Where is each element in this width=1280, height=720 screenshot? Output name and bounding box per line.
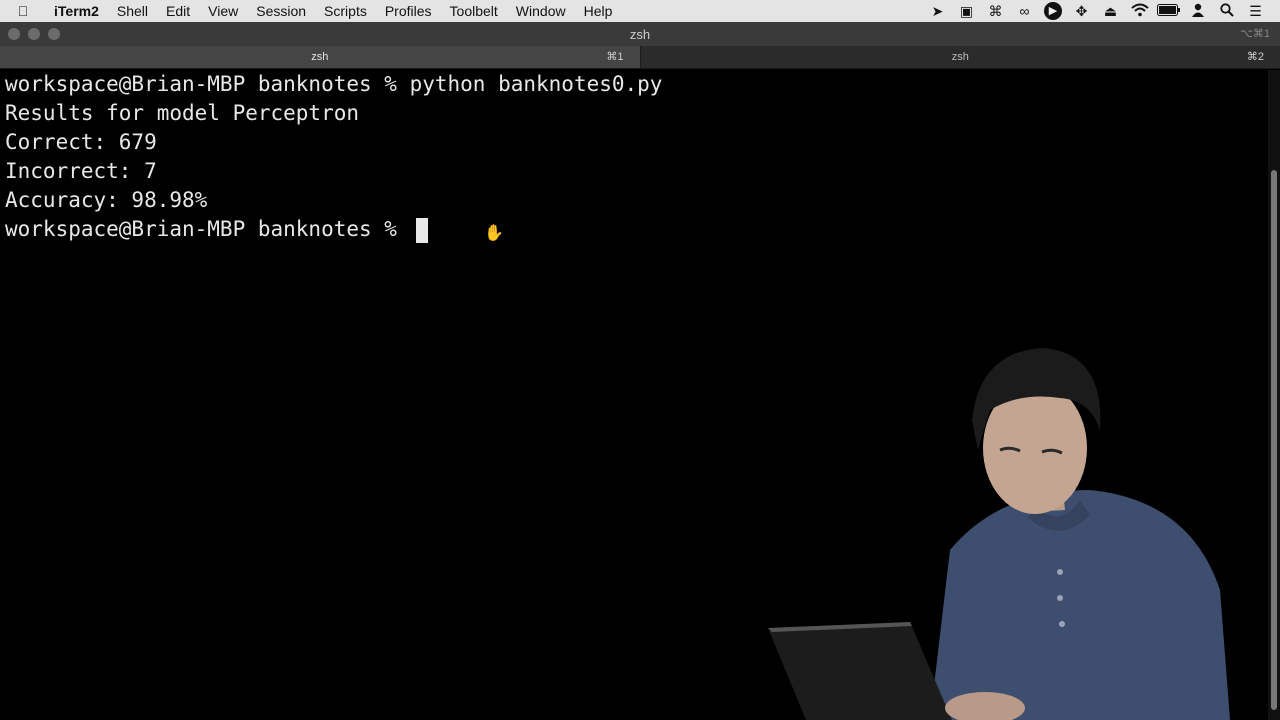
menu-item-scripts[interactable]: Scripts bbox=[315, 3, 376, 19]
tab-zsh-1[interactable]: zsh ⌘1 bbox=[0, 46, 640, 68]
terminal-line: Incorrect: 7 bbox=[5, 159, 157, 183]
status-area: ➤ ▣ ⌘ ∞ ▶ ✥ ⏏ ☰ bbox=[923, 2, 1280, 20]
terminal-line: Accuracy: 98.98% bbox=[5, 188, 208, 212]
glasses-icon[interactable]: ∞ bbox=[1010, 3, 1039, 19]
shirt-button bbox=[1057, 569, 1063, 575]
presenter-video-overlay bbox=[768, 348, 1230, 720]
menu-item-iterm2[interactable]: iTerm2 bbox=[46, 3, 108, 19]
menu-item-shell[interactable]: Shell bbox=[108, 3, 157, 19]
tab-label: zsh bbox=[951, 51, 969, 63]
shirt-button bbox=[1059, 621, 1065, 627]
presenter-torso bbox=[930, 490, 1230, 720]
menu-item-help[interactable]: Help bbox=[575, 3, 622, 19]
menu-item-toolbelt[interactable]: Toolbelt bbox=[441, 3, 507, 19]
menu-bar:  iTerm2 Shell Edit View Session Scripts… bbox=[0, 0, 1280, 22]
wifi-icon[interactable] bbox=[1125, 3, 1154, 20]
window-title-bar: zsh ⌥⌘1 bbox=[0, 22, 1280, 46]
play-icon[interactable]: ▶ bbox=[1044, 2, 1062, 20]
terminal-scrollbar[interactable] bbox=[1268, 70, 1280, 720]
terminal-line: Results for model Perceptron bbox=[5, 101, 360, 125]
tab-shortcut: ⌘1 bbox=[606, 51, 624, 63]
move-icon[interactable]: ✥ bbox=[1067, 3, 1096, 20]
laptop bbox=[768, 622, 952, 720]
terminal-line: workspace@Brian-MBP banknotes % python b… bbox=[5, 72, 663, 96]
hand-pointer-icon: ✋ bbox=[484, 225, 504, 242]
terminal-line: Correct: 679 bbox=[5, 130, 157, 154]
apple-menu-icon[interactable]:  bbox=[0, 3, 46, 19]
user-icon[interactable] bbox=[1183, 3, 1212, 20]
tab-shortcut: ⌘2 bbox=[1246, 51, 1264, 63]
docker-icon[interactable]: ▣ bbox=[952, 3, 981, 20]
list-icon[interactable]: ☰ bbox=[1241, 3, 1270, 20]
location-icon[interactable]: ➤ bbox=[923, 3, 952, 20]
shirt-button bbox=[1057, 595, 1063, 601]
search-icon[interactable] bbox=[1212, 2, 1241, 20]
tab-zsh-2[interactable]: zsh ⌘2 bbox=[639, 46, 1280, 68]
tab-label: zsh bbox=[311, 51, 329, 63]
text-cursor bbox=[415, 217, 428, 243]
menu-item-view[interactable]: View bbox=[199, 3, 247, 19]
window-title: zsh bbox=[629, 27, 651, 42]
battery-icon[interactable] bbox=[1154, 3, 1183, 19]
menu-item-session[interactable]: Session bbox=[247, 3, 315, 19]
tab-bar: zsh ⌘1 zsh ⌘2 bbox=[0, 46, 1280, 69]
prompt-text: workspace@Brian-MBP banknotes % bbox=[5, 217, 410, 241]
command-icon[interactable]: ⌘ bbox=[981, 3, 1010, 20]
prompt-line[interactable]: workspace@Brian-MBP banknotes % bbox=[0, 215, 1268, 244]
scrollbar-thumb[interactable] bbox=[1271, 170, 1277, 710]
menu-item-profiles[interactable]: Profiles bbox=[376, 3, 441, 19]
menu-item-window[interactable]: Window bbox=[507, 3, 575, 19]
eject-icon[interactable]: ⏏ bbox=[1096, 3, 1125, 20]
window-shortcut: ⌥⌘1 bbox=[1240, 28, 1270, 40]
menu-item-edit[interactable]: Edit bbox=[157, 3, 199, 19]
